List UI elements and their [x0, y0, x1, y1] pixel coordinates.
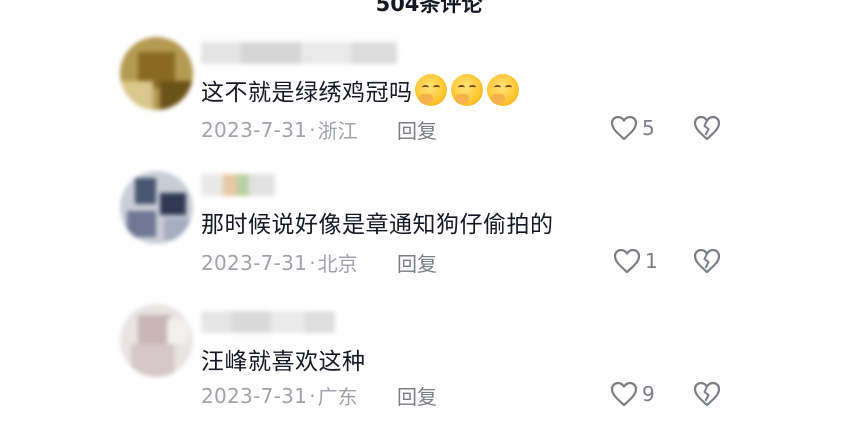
dislike-button[interactable] [693, 248, 721, 274]
like-count: 9 [642, 382, 655, 406]
like-button[interactable]: 9 [610, 381, 655, 407]
comment-meta: 2023-7-31 · 浙江 [201, 115, 358, 144]
like-button[interactable]: 5 [610, 115, 655, 141]
avatar[interactable] [120, 37, 193, 110]
hand-over-mouth-emoji [450, 74, 483, 106]
comment-date: 2023-7-31 [201, 383, 308, 408]
heart-icon [610, 115, 638, 141]
avatar[interactable] [120, 171, 193, 244]
username-blurred[interactable] [201, 311, 335, 333]
comment-location: 北京 [317, 252, 358, 276]
avatar[interactable] [120, 304, 193, 377]
comment-date: 2023-7-31 [201, 117, 308, 142]
comment-meta: 2023-7-31 · 北京 [201, 248, 358, 277]
username-blurred[interactable] [201, 42, 397, 64]
dislike-button[interactable] [693, 381, 721, 407]
broken-heart-icon [693, 115, 721, 141]
comment-text: 那时候说好像是章通知狗仔偷拍的 [201, 212, 554, 238]
dislike-button[interactable] [693, 115, 721, 141]
comment-meta: 2023-7-31 · 广东 [201, 381, 358, 410]
reply-button[interactable]: 回复 [397, 248, 437, 277]
heart-icon [610, 381, 638, 407]
separator-dot: · [309, 250, 316, 275]
comment-panel: 504条评论 这不就是绿绣鸡冠吗 2023-7-31 · 浙江 回复 5 那时候… [0, 0, 858, 425]
broken-heart-icon [693, 248, 721, 274]
like-count: 5 [642, 116, 655, 140]
comment-location: 浙江 [317, 119, 358, 143]
comment-text: 汪峰就喜欢这种 [201, 349, 366, 375]
comment-date: 2023-7-31 [201, 250, 308, 275]
comment-count-title: 504条评论 [375, 0, 483, 16]
like-count: 1 [645, 249, 658, 273]
broken-heart-icon [693, 381, 721, 407]
comment-text: 这不就是绿绣鸡冠吗 [201, 73, 519, 107]
hand-over-mouth-emoji [486, 74, 519, 106]
reply-button[interactable]: 回复 [397, 115, 437, 144]
heart-icon [613, 248, 641, 274]
separator-dot: · [309, 383, 316, 408]
like-button[interactable]: 1 [613, 248, 658, 274]
username-blurred[interactable] [201, 174, 275, 196]
hand-over-mouth-emoji [414, 74, 447, 106]
emoji-group [414, 74, 519, 106]
separator-dot: · [309, 117, 316, 142]
reply-button[interactable]: 回复 [397, 381, 437, 410]
comment-location: 广东 [317, 385, 358, 409]
